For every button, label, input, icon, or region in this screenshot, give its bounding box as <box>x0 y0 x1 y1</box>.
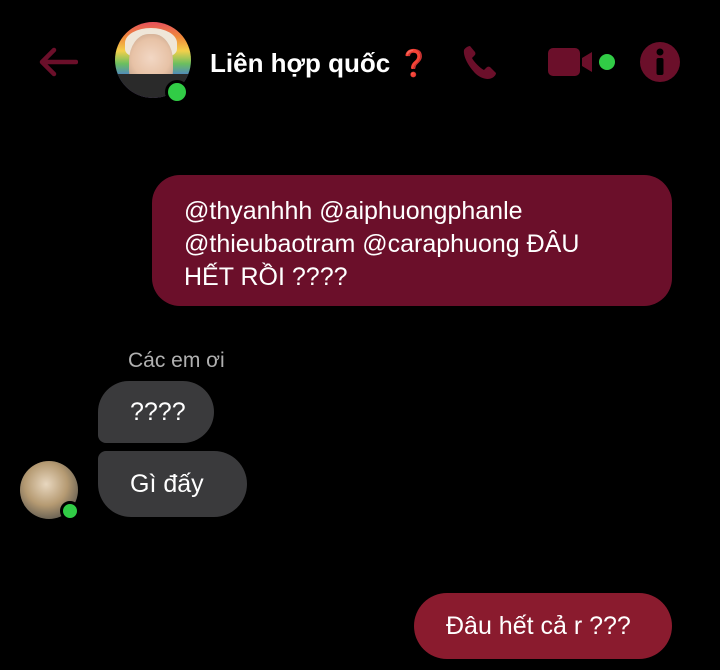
message-text: Đâu hết cả r ??? <box>446 612 631 640</box>
online-status-dot <box>60 501 80 521</box>
video-camera-icon <box>548 48 615 76</box>
question-emoji-icon: ❓ <box>397 48 430 78</box>
sender-avatar[interactable] <box>20 461 80 521</box>
message-line: HẾT RỒI ???? <box>184 263 348 291</box>
back-button[interactable] <box>36 40 80 84</box>
incoming-message[interactable]: ???? <box>98 381 214 443</box>
outgoing-message[interactable]: @thyanhhh @aiphuongphanle @thieubaotram … <box>152 175 672 306</box>
sender-name: Các em ơi <box>128 349 225 372</box>
outgoing-message[interactable]: Đâu hết cả r ??? <box>414 593 672 659</box>
conversation-title-text: Liên hợp quốc <box>210 48 391 78</box>
online-status-dot <box>165 80 189 104</box>
message-line: @thieubaotram @caraphuong ĐÂU <box>184 230 580 258</box>
message-text: ???? <box>130 398 186 426</box>
message-line: @thyanhhh @aiphuongphanle <box>184 197 523 225</box>
group-avatar[interactable] <box>115 22 191 104</box>
info-button[interactable] <box>638 40 682 84</box>
conversation-title[interactable]: Liên hợp quốc ❓ <box>210 48 430 79</box>
arrow-left-icon <box>39 47 78 77</box>
incoming-message[interactable]: Gì đấy <box>98 451 247 517</box>
info-icon <box>640 42 680 82</box>
video-call-button[interactable] <box>546 40 618 84</box>
phone-icon <box>463 46 496 79</box>
message-text: Gì đấy <box>130 470 204 498</box>
voice-call-button[interactable] <box>458 40 502 84</box>
